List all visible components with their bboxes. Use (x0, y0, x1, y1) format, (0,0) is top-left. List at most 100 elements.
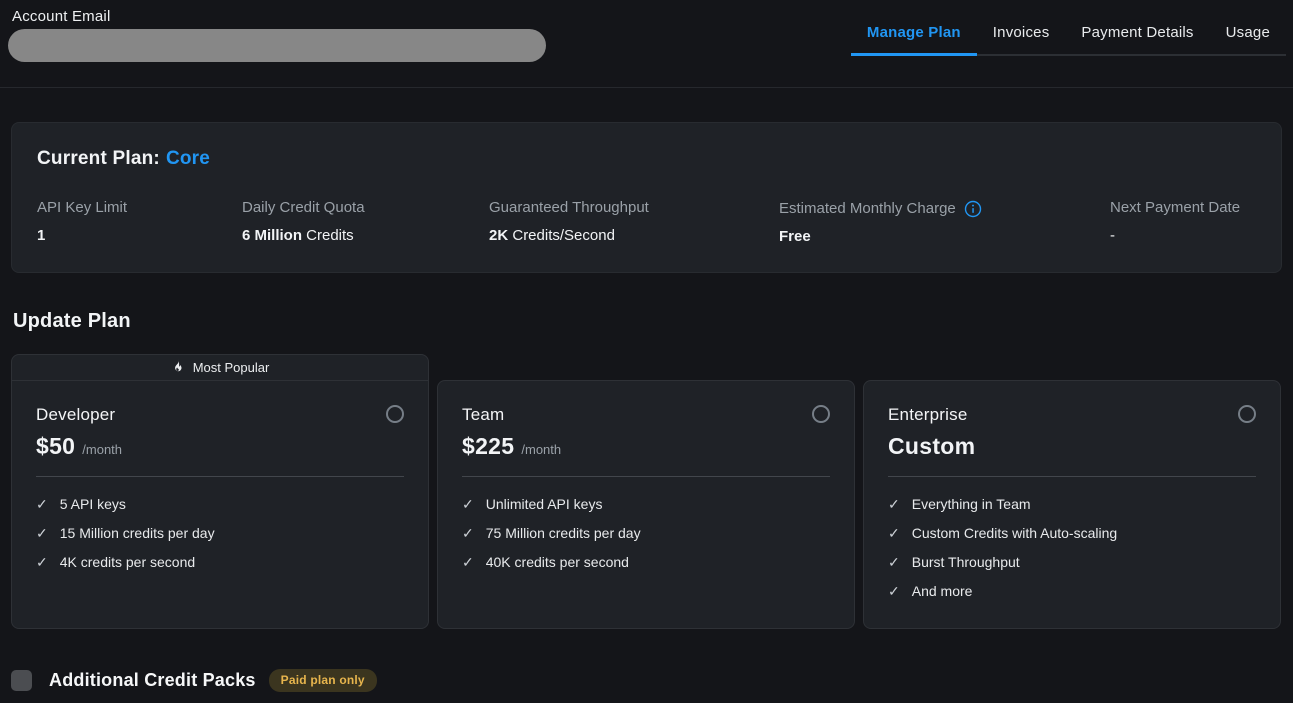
stat-value-rest: - (1110, 227, 1115, 244)
plan-radio-team[interactable] (812, 405, 830, 423)
stat-label: Daily Credit Quota (242, 199, 489, 216)
stat-daily-credit-quota: Daily Credit Quota 6 Million Credits (242, 199, 489, 245)
feature-text: Everything in Team (912, 495, 1031, 513)
plan-body: Developer $50 /month ✓ 5 API keys ✓ 15 Mil… (12, 381, 428, 571)
stat-next-payment-date: Next Payment Date - (1110, 199, 1256, 245)
plan-period: /month (82, 442, 122, 457)
check-icon: ✓ (36, 553, 48, 571)
feature-item: ✓ 5 API keys (36, 495, 404, 513)
plan-name: Developer (36, 405, 404, 425)
tab-invoices[interactable]: Invoices (977, 14, 1066, 54)
tab-manage-plan[interactable]: Manage Plan (851, 14, 977, 56)
current-plan-title: Current Plan: Core (37, 148, 1256, 170)
tab-usage[interactable]: Usage (1210, 14, 1286, 54)
feature-item: ✓ 15 Million credits per day (36, 524, 404, 542)
feature-text: And more (912, 582, 973, 600)
feature-item: ✓ Burst Throughput (888, 553, 1256, 571)
check-icon: ✓ (462, 495, 474, 513)
feature-item: ✓ And more (888, 582, 1256, 600)
divider (36, 476, 404, 477)
price-row: Custom (888, 433, 1256, 460)
feature-text: Burst Throughput (912, 553, 1020, 571)
plan-price: $225 (462, 433, 514, 460)
credit-packs-label: Additional Credit Packs (49, 670, 256, 691)
tab-payment-details[interactable]: Payment Details (1065, 14, 1209, 54)
page-header: Account Email Manage Plan Invoices Payme… (0, 0, 1293, 88)
account-email-input[interactable] (8, 29, 546, 62)
stat-value-rest: Credits (302, 227, 354, 244)
check-icon: ✓ (462, 553, 474, 571)
main-content: Current Plan: Core API Key Limit 1 Daily … (0, 122, 1293, 692)
check-icon: ✓ (888, 495, 900, 513)
plan-card-enterprise[interactable]: Enterprise Custom ✓ Everything in Team ✓ C… (863, 380, 1281, 629)
stat-value: - (1110, 227, 1256, 244)
feature-text: Custom Credits with Auto-scaling (912, 524, 1117, 542)
plan-price: $50 (36, 433, 75, 460)
stat-value: 1 (37, 227, 242, 244)
plans-row: Most Popular Developer $50 /month ✓ 5 API… (11, 354, 1282, 629)
feature-list: ✓ Everything in Team ✓ Custom Credits with… (888, 495, 1256, 600)
feature-list: ✓5 API keys ✓15 Million credits per day … (36, 495, 404, 571)
feature-list: ✓ Unlimited API keys ✓ 75 Million credits … (462, 495, 830, 571)
feature-text: 4K credits per second (60, 553, 195, 571)
stat-value: 6 Million Credits (242, 227, 489, 244)
stat-value-rest: Credits/Second (508, 227, 615, 244)
most-popular-band: Most Popular (12, 355, 428, 381)
feature-item: ✓ Everything in Team (888, 495, 1256, 513)
stat-estimated-monthly-charge: Estimated Monthly Charge Free (779, 199, 1110, 245)
stat-value-bold: 6 Million (242, 227, 302, 244)
plan-radio-developer[interactable] (386, 405, 404, 423)
feature-item: ✓ 75 Million credits per day (462, 524, 830, 542)
feature-text: 5 API keys (60, 495, 126, 513)
feature-text: 40K credits per second (486, 553, 629, 571)
account-email-label: Account Email (12, 8, 546, 25)
plan-card-team[interactable]: Team $225 /month ✓ Unlimited API keys ✓ 75… (437, 380, 855, 629)
stat-value: 2K Credits/Second (489, 227, 779, 244)
plan-period: /month (521, 442, 561, 457)
feature-text: 15 Million credits per day (60, 524, 215, 542)
price-row: $50 /month (36, 433, 404, 460)
plan-body: Enterprise Custom ✓ Everything in Team ✓ C… (864, 381, 1280, 600)
check-icon: ✓ (36, 495, 48, 513)
plan-radio-enterprise[interactable] (1238, 405, 1256, 423)
check-icon: ✓ (888, 553, 900, 571)
credit-packs-row: Additional Credit Packs Paid plan only (11, 669, 1282, 692)
current-plan-stats: API Key Limit 1 Daily Credit Quota 6 Mil… (37, 199, 1256, 245)
check-icon: ✓ (888, 582, 900, 600)
check-icon: ✓ (462, 524, 474, 542)
stat-guaranteed-throughput: Guaranteed Throughput 2K Credits/Second (489, 199, 779, 245)
plan-body: Team $225 /month ✓ Unlimited API keys ✓ 75… (438, 381, 854, 571)
stat-label: Next Payment Date (1110, 199, 1256, 216)
credit-packs-checkbox[interactable] (11, 670, 32, 691)
stat-label: Estimated Monthly Charge (779, 200, 956, 217)
paid-plan-only-badge: Paid plan only (269, 669, 377, 692)
feature-text: 75 Million credits per day (486, 524, 641, 542)
feature-item: ✓ Unlimited API keys (462, 495, 830, 513)
feature-text: Unlimited API keys (486, 495, 603, 513)
check-icon: ✓ (888, 524, 900, 542)
stat-value: Free (779, 228, 1110, 245)
flame-icon (171, 359, 185, 376)
check-icon: ✓ (36, 524, 48, 542)
stat-value-bold: 2K (489, 227, 508, 244)
stat-label: Guaranteed Throughput (489, 199, 779, 216)
stat-value-bold: 1 (37, 227, 45, 244)
divider (888, 476, 1256, 477)
feature-item: ✓ Custom Credits with Auto-scaling (888, 524, 1256, 542)
plan-price: Custom (888, 433, 975, 460)
feature-item: ✓ 4K credits per second (36, 553, 404, 571)
current-plan-title-prefix: Current Plan: (37, 148, 160, 169)
plan-card-developer[interactable]: Most Popular Developer $50 /month ✓ 5 API… (11, 354, 429, 629)
account-email-block: Account Email (12, 8, 546, 62)
current-plan-name: Core (166, 148, 210, 169)
plan-name: Team (462, 405, 830, 425)
info-icon[interactable] (964, 200, 982, 218)
plan-name: Enterprise (888, 405, 1256, 425)
billing-tabs: Manage Plan Invoices Payment Details Usa… (851, 14, 1286, 56)
stat-api-key-limit: API Key Limit 1 (37, 199, 242, 245)
most-popular-label: Most Popular (193, 360, 270, 375)
price-row: $225 /month (462, 433, 830, 460)
stat-value-bold: Free (779, 228, 811, 245)
stat-label: API Key Limit (37, 199, 242, 216)
stat-label-row: Estimated Monthly Charge (779, 199, 1110, 217)
